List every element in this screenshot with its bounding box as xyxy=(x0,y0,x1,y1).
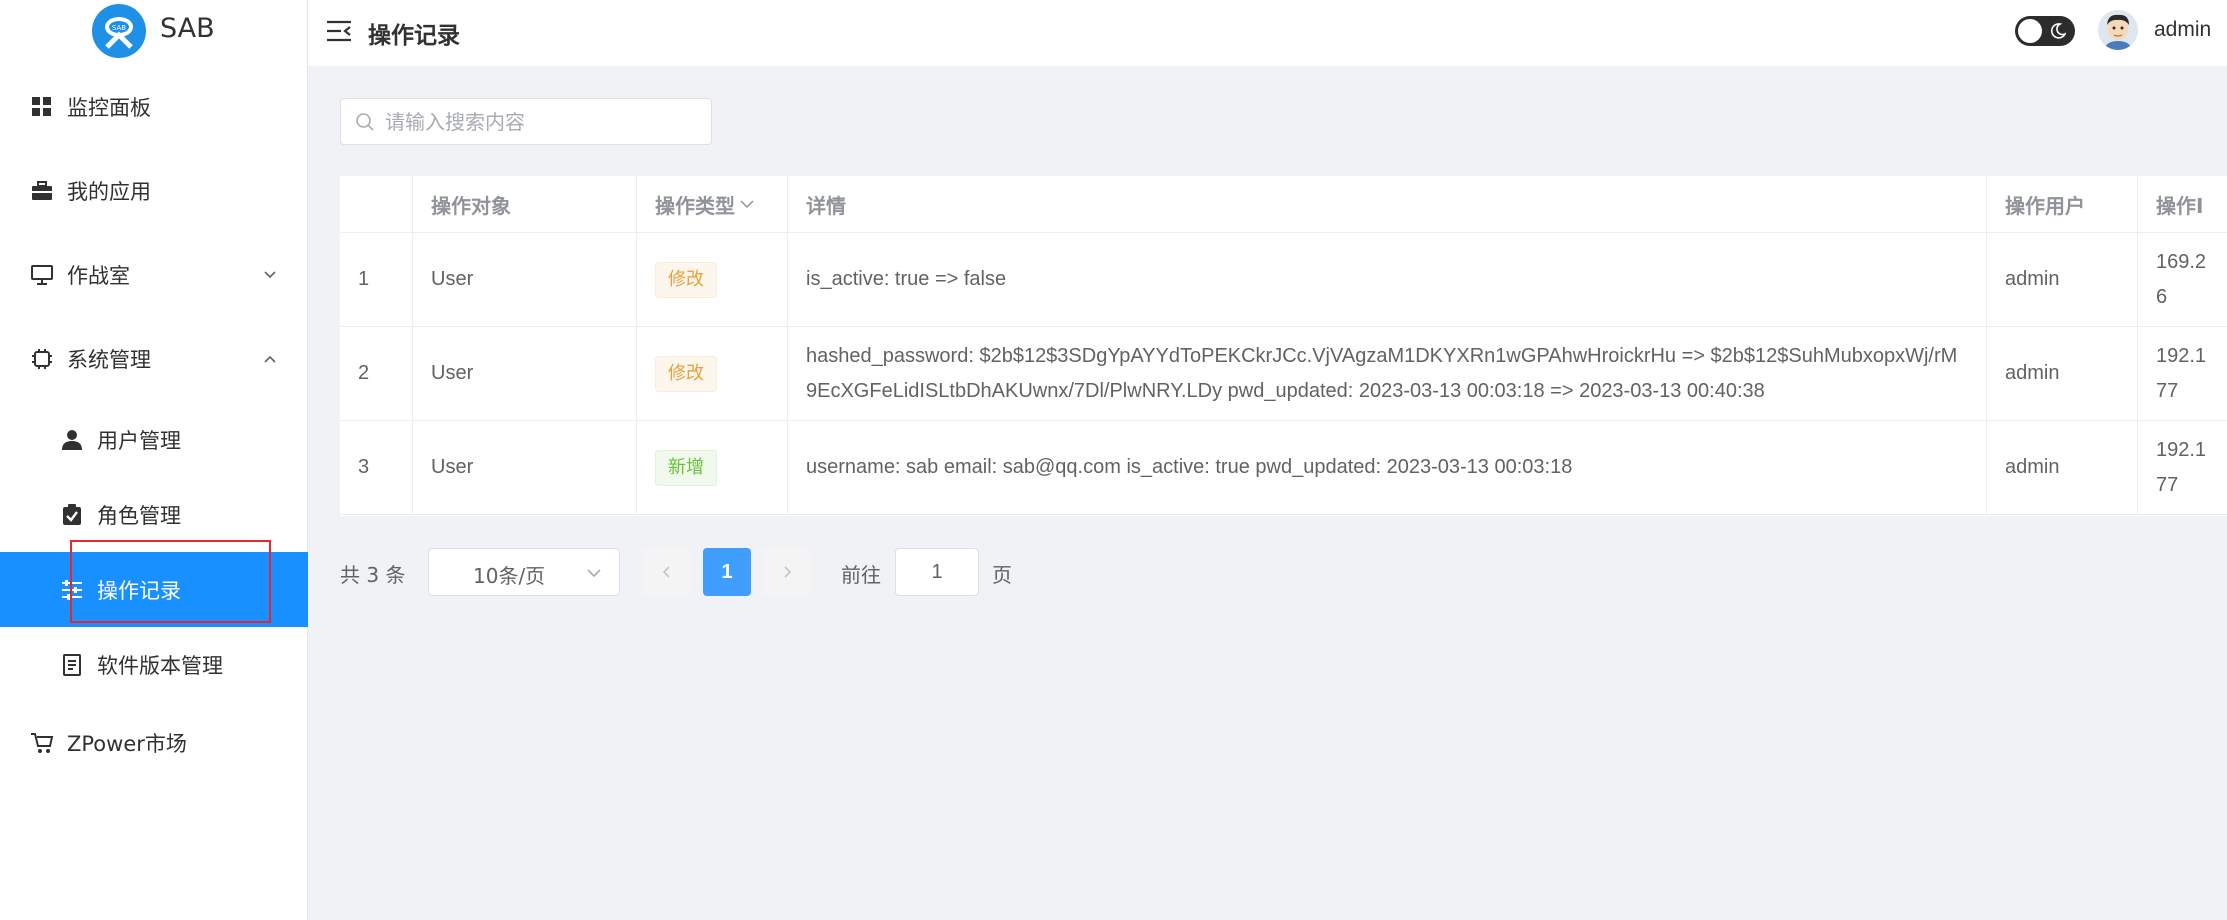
pagination: 共 3 条 10条/页 1 前往 页 xyxy=(340,548,1140,596)
logo[interactable]: SAB SAB xyxy=(0,0,308,58)
chevron-down-icon xyxy=(264,270,276,278)
moon-icon xyxy=(2050,23,2066,39)
column-header-type[interactable]: 操作类型 xyxy=(637,176,788,233)
table-cell-index: 2 xyxy=(340,327,413,421)
sidebar: SAB SAB 监控面板 我的应用 作战室 系统管理 用户管理 角色管理 操作记… xyxy=(0,0,308,920)
table-cell-ip: 192.1​77 xyxy=(2138,327,2227,421)
clipboard-check-icon xyxy=(60,503,84,527)
status-badge: 新增 xyxy=(655,449,717,486)
table-cell-user: admin xyxy=(1987,327,2138,421)
table-cell-type: 新增 xyxy=(637,421,788,515)
briefcase-icon xyxy=(30,179,54,203)
table-cell-user: admin xyxy=(1987,233,2138,327)
sidebar-item-label: 操作记录 xyxy=(97,578,181,603)
table-cell-detail: hashed_password: $2b$12$3SDgYpAYYdToPEKC… xyxy=(788,327,1987,421)
table-cell-ip: 192.1​77 xyxy=(2138,421,2227,515)
chevron-right-icon xyxy=(784,566,792,578)
table-cell-detail: is_active: true => false xyxy=(788,233,1987,327)
document-icon xyxy=(60,653,84,677)
main-content: 操作对象 操作类型 详情 操作用户 操作I 1 User 修改 is_activ… xyxy=(308,66,2227,920)
cart-icon xyxy=(30,731,54,755)
app-root: SAB SAB 监控面板 我的应用 作战室 系统管理 用户管理 角色管理 操作记… xyxy=(0,0,2227,920)
page-size-value: 10条/页 xyxy=(473,564,546,588)
table-cell-detail: username: sab email: sab@qq.com is_activ… xyxy=(788,421,1987,515)
logo-icon: SAB xyxy=(92,4,146,58)
search-input[interactable] xyxy=(385,99,695,144)
sidebar-item-label: 软件版本管理 xyxy=(97,653,223,678)
page-suffix: 页 xyxy=(992,563,1012,587)
sidebar-item-software-version[interactable]: 软件版本管理 xyxy=(0,627,308,702)
monitor-icon xyxy=(30,263,54,287)
sidebar-item-operation-log[interactable]: 操作记录 xyxy=(0,552,308,627)
sidebar-item-my-apps[interactable]: 我的应用 xyxy=(0,153,308,228)
table-cell-index: 1 xyxy=(340,233,413,327)
table-cell-object: User xyxy=(413,233,637,327)
username[interactable]: admin xyxy=(2154,18,2211,42)
sidebar-item-label: ZPower市场 xyxy=(67,731,187,756)
table-cell-index: 3 xyxy=(340,421,413,515)
page-number-button[interactable]: 1 xyxy=(703,548,751,596)
page-size-select[interactable]: 10条/页 xyxy=(428,548,620,596)
status-badge: 修改 xyxy=(655,261,717,298)
column-header-detail: 详情 xyxy=(788,176,1987,233)
logo-text: SAB xyxy=(160,13,215,44)
goto-label: 前往 xyxy=(841,563,881,587)
page-title: 操作记录 xyxy=(368,23,460,49)
table-cell-user: admin xyxy=(1987,421,2138,515)
table-cell-type: 修改 xyxy=(637,233,788,327)
svg-text:SAB: SAB xyxy=(112,24,126,32)
status-badge: 修改 xyxy=(655,355,717,392)
sidebar-item-user-management[interactable]: 用户管理 xyxy=(0,402,308,477)
sidebar-item-war-room[interactable]: 作战室 xyxy=(0,237,308,312)
avatar-icon xyxy=(2098,10,2138,50)
sidebar-item-role-management[interactable]: 角色管理 xyxy=(0,477,308,552)
table-cell-type: 修改 xyxy=(637,327,788,421)
table-cell-object: User xyxy=(413,421,637,515)
sidebar-item-label: 我的应用 xyxy=(67,179,151,204)
column-header-ip: 操作I xyxy=(2138,176,2227,233)
sidebar-item-label: 作战室 xyxy=(67,263,130,288)
table-cell-ip: 169.2​6 xyxy=(2138,233,2227,327)
column-header-index xyxy=(340,176,413,233)
sidebar-item-system-management[interactable]: 系统管理 xyxy=(0,321,308,396)
column-header-user: 操作用户 xyxy=(1987,176,2138,233)
search-icon xyxy=(356,113,374,131)
filter-chevron-icon[interactable] xyxy=(739,197,755,211)
goto-page-input[interactable] xyxy=(895,548,979,596)
prev-page-button[interactable] xyxy=(643,548,691,596)
pagination-total: 共 3 条 xyxy=(340,563,406,587)
dashboard-icon xyxy=(30,95,54,119)
toggle-knob xyxy=(2018,19,2042,43)
sidebar-item-label: 系统管理 xyxy=(67,347,151,372)
user-icon xyxy=(60,428,84,452)
sliders-icon xyxy=(60,578,84,602)
table-cell-object: User xyxy=(413,327,637,421)
next-page-button[interactable] xyxy=(763,548,811,596)
sidebar-item-dashboard[interactable]: 监控面板 xyxy=(0,69,308,144)
chip-icon xyxy=(30,347,54,371)
chevron-up-icon xyxy=(264,355,276,363)
theme-toggle[interactable] xyxy=(2015,16,2075,46)
sidebar-item-label: 角色管理 xyxy=(97,503,181,528)
search-box xyxy=(340,98,712,145)
avatar[interactable] xyxy=(2098,10,2138,50)
sidebar-item-label: 用户管理 xyxy=(97,428,181,453)
chevron-down-icon xyxy=(587,569,601,578)
sidebar-item-zpower-market[interactable]: ZPower市场 xyxy=(0,705,308,780)
column-header-object: 操作对象 xyxy=(413,176,637,233)
menu-fold-icon[interactable] xyxy=(326,19,352,43)
header: 操作记录 admin xyxy=(308,0,2227,66)
column-header-label: 操作类型 xyxy=(655,193,735,218)
sidebar-item-label: 监控面板 xyxy=(67,95,151,120)
chevron-left-icon xyxy=(662,566,670,578)
operation-log-table: 操作对象 操作类型 详情 操作用户 操作I 1 User 修改 is_activ… xyxy=(340,176,2227,516)
